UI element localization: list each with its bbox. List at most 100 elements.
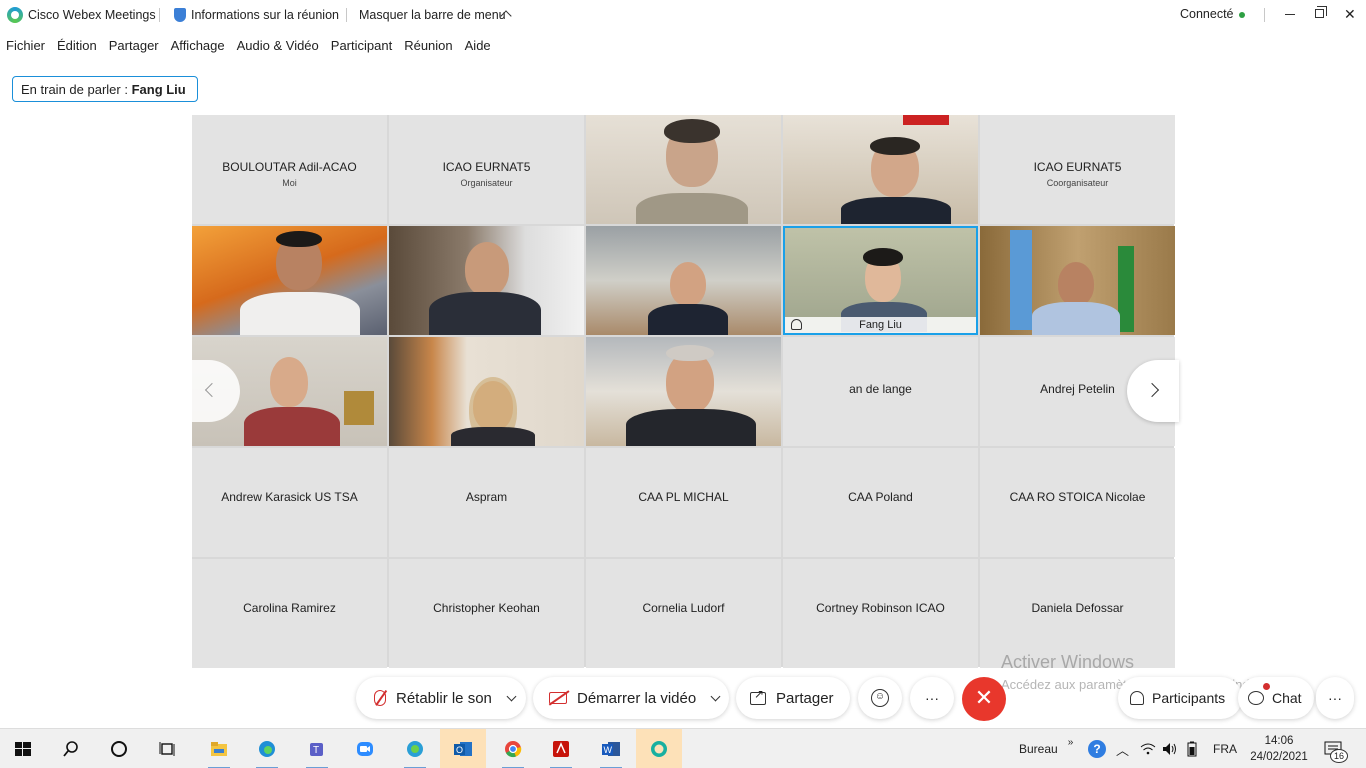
participants-label: Participants [1152,690,1226,706]
more-panels-button[interactable]: ··· [1316,677,1354,719]
flag-decoration [1118,246,1134,332]
headset-icon [791,319,802,330]
minimize-button[interactable] [1277,4,1303,24]
start-button[interactable] [0,729,46,768]
battery-icon[interactable] [1186,729,1198,768]
taskbar-file-explorer[interactable] [196,729,242,768]
participant-tile[interactable]: ICAO EURNAT5 Coorganisateur [980,115,1175,224]
participant-tile[interactable]: Cornelia Ludorf [586,559,781,668]
zoom-icon [357,742,373,756]
task-view-button[interactable] [144,729,190,768]
taskbar-edge[interactable] [244,729,290,768]
participant-tile[interactable]: CAA RO STOICA Nicolae [980,448,1175,557]
participant-video-tile[interactable] [783,115,978,224]
help-glyph: ? [1093,742,1101,756]
share-icon [750,687,766,705]
menu-audio-video[interactable]: Audio & Vidéo [237,34,319,56]
participant-video-tile[interactable] [586,337,781,446]
cortana-button[interactable] [96,729,142,768]
chevron-down-icon[interactable] [710,691,721,701]
menu-affichage[interactable]: Affichage [171,34,225,56]
taskbar-word[interactable]: W [588,729,634,768]
active-speaker-tile[interactable]: Fang Liu [783,226,978,335]
participant-tile[interactable]: Aspram [389,448,584,557]
participant-name: ICAO EURNAT5 [1033,160,1122,174]
chat-button[interactable]: Chat [1238,677,1314,719]
taskbar-zoom[interactable] [342,729,388,768]
menu-fichier[interactable]: Fichier [6,34,45,56]
restore-icon [1315,6,1327,18]
participant-torso [1032,302,1120,335]
app-title: Cisco Webex Meetings [28,8,156,22]
taskbar-acrobat[interactable] [538,729,584,768]
meeting-info-button[interactable]: Informations sur la réunion [191,8,339,22]
chevron-expand-icon[interactable]: » [1068,737,1074,748]
volume-icon[interactable] [1162,729,1178,768]
chat-notification-dot [1263,683,1270,690]
participant-role: Organisateur [460,178,513,188]
participant-torso [648,304,728,335]
participant-video-tile[interactable] [586,226,781,335]
chevron-down-icon[interactable] [506,691,517,701]
participant-tile[interactable]: an de lange [783,337,978,446]
menu-partager[interactable]: Partager [109,34,159,56]
taskbar-outlook[interactable]: O [440,729,486,768]
chat-icon [1248,691,1264,705]
participant-tile[interactable]: Cortney Robinson ICAO [783,559,978,668]
participant-name: Aspram [465,490,508,504]
emoji-icon: ☺ [871,689,889,707]
participant-hair [664,119,720,143]
participant-tile[interactable]: CAA Poland [783,448,978,557]
close-window-button[interactable]: ✕ [1337,4,1363,24]
participant-tile[interactable]: CAA PL MICHAL [586,448,781,557]
participant-name: Andrew Karasick US TSA [221,490,358,504]
leave-meeting-button[interactable]: ✕ [962,677,1006,721]
more-options-button[interactable]: ··· [910,677,954,719]
wifi-icon[interactable] [1140,729,1156,768]
menu-participant[interactable]: Participant [331,34,392,56]
participant-video-tile[interactable] [980,226,1175,335]
reactions-button[interactable]: ☺ [858,677,902,719]
microphone-muted-icon [374,690,386,706]
desktop-toolbar[interactable]: Bureau » [1019,729,1073,768]
speaker-icon [1163,743,1176,755]
close-icon: ✕ [1344,6,1356,22]
clock[interactable]: 14:06 24/02/2021 [1248,733,1310,765]
more-icon: ··· [925,690,939,706]
help-icon[interactable]: ? [1088,740,1106,758]
taskbar-webex-meeting[interactable] [636,729,682,768]
language-indicator[interactable]: FRA [1213,729,1237,768]
connection-status: Connecté [1180,7,1234,21]
folder-icon [211,742,227,756]
menu-reunion[interactable]: Réunion [404,34,452,56]
unmute-button[interactable]: Rétablir le son [356,677,526,719]
participant-tile[interactable]: ICAO EURNAT5 Organisateur [389,115,584,224]
menu-edition[interactable]: Édition [57,34,97,56]
participant-tile[interactable]: Christopher Keohan [389,559,584,668]
participant-torso [429,292,541,335]
flag-decoration [903,115,949,125]
clock-time: 14:06 [1264,735,1294,747]
minimize-icon [1285,14,1295,15]
search-taskbar-button[interactable] [48,729,94,768]
taskbar-teams[interactable]: T [294,729,340,768]
start-video-button[interactable]: Démarrer la vidéo [533,677,729,719]
hide-menu-button[interactable]: Masquer la barre de menu [359,8,506,22]
chevron-up-icon[interactable]: ︿ [1116,729,1129,768]
taskbar-webex[interactable] [392,729,438,768]
participant-tile[interactable]: BOULOUTAR Adil-ACAO Moi [192,115,387,224]
menu-aide[interactable]: Aide [465,34,491,56]
share-button[interactable]: Partager [736,677,850,719]
chrome-icon [505,741,522,758]
shield-icon[interactable] [174,8,186,22]
participant-video-tile[interactable] [389,226,584,335]
participant-video-tile[interactable] [586,115,781,224]
participant-tile[interactable]: Carolina Ramirez [192,559,387,668]
participant-tile[interactable]: Andrew Karasick US TSA [192,448,387,557]
participant-video-tile[interactable] [389,337,584,446]
restore-button[interactable] [1307,4,1333,24]
participant-video-tile[interactable] [192,226,387,335]
taskbar-chrome[interactable] [490,729,536,768]
participants-button[interactable]: Participants [1118,677,1242,719]
start-video-label: Démarrer la vidéo [577,689,697,707]
